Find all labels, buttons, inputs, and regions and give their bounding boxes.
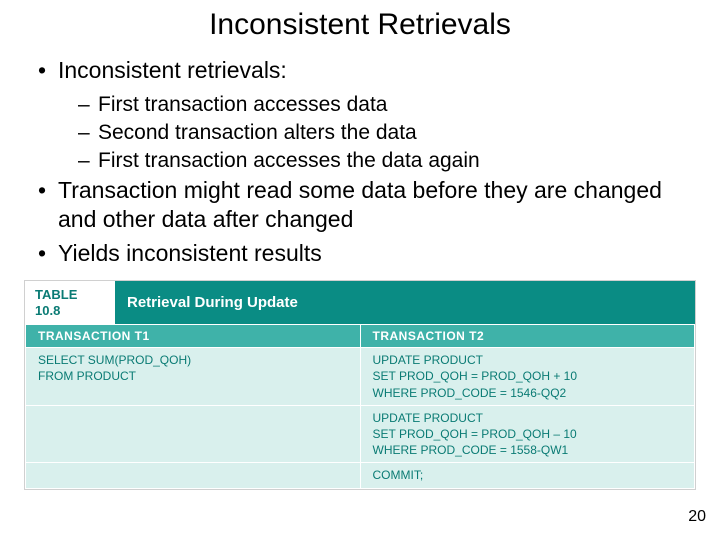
table-row: TRANSACTION T1 TRANSACTION T2 <box>26 325 695 348</box>
table-row: UPDATE PRODUCT SET PROD_QOH = PROD_QOH –… <box>26 405 695 463</box>
table-header-row: TABLE 10.8 Retrieval During Update <box>25 281 695 324</box>
table-header-cell: TRANSACTION T1 <box>26 325 361 348</box>
table-row: COMMIT; <box>26 463 695 488</box>
slide-title: Inconsistent Retrievals <box>0 8 720 42</box>
transaction-table: TRANSACTION T1 TRANSACTION T2 SELECT SUM… <box>25 324 695 488</box>
table-cell: COMMIT; <box>360 463 695 488</box>
bullet-item: Transaction might read some data before … <box>36 176 684 234</box>
table-cell: UPDATE PRODUCT SET PROD_QOH = PROD_QOH +… <box>360 348 695 406</box>
table-header-cell: TRANSACTION T2 <box>360 325 695 348</box>
table-caption: Retrieval During Update <box>115 281 695 324</box>
table-cell <box>26 405 361 463</box>
slide: Inconsistent Retrievals Inconsistent ret… <box>0 0 720 540</box>
table-cell: SELECT SUM(PROD_QOH) FROM PRODUCT <box>26 348 361 406</box>
bullet-item: Yields inconsistent results <box>36 239 684 268</box>
table-row: SELECT SUM(PROD_QOH) FROM PRODUCT UPDATE… <box>26 348 695 406</box>
page-number: 20 <box>688 508 706 526</box>
table-label: TABLE 10.8 <box>25 281 115 324</box>
table-figure: TABLE 10.8 Retrieval During Update TRANS… <box>24 280 696 490</box>
table-cell: UPDATE PRODUCT SET PROD_QOH = PROD_QOH –… <box>360 405 695 463</box>
bullet-item: First transaction accesses the data agai… <box>36 147 684 175</box>
table-cell <box>26 463 361 488</box>
bullet-item: Second transaction alters the data <box>36 119 684 147</box>
bullet-item: Inconsistent retrievals: <box>36 56 684 85</box>
content-area: Inconsistent retrievals: First transacti… <box>0 56 720 268</box>
bullet-item: First transaction accesses data <box>36 91 684 119</box>
